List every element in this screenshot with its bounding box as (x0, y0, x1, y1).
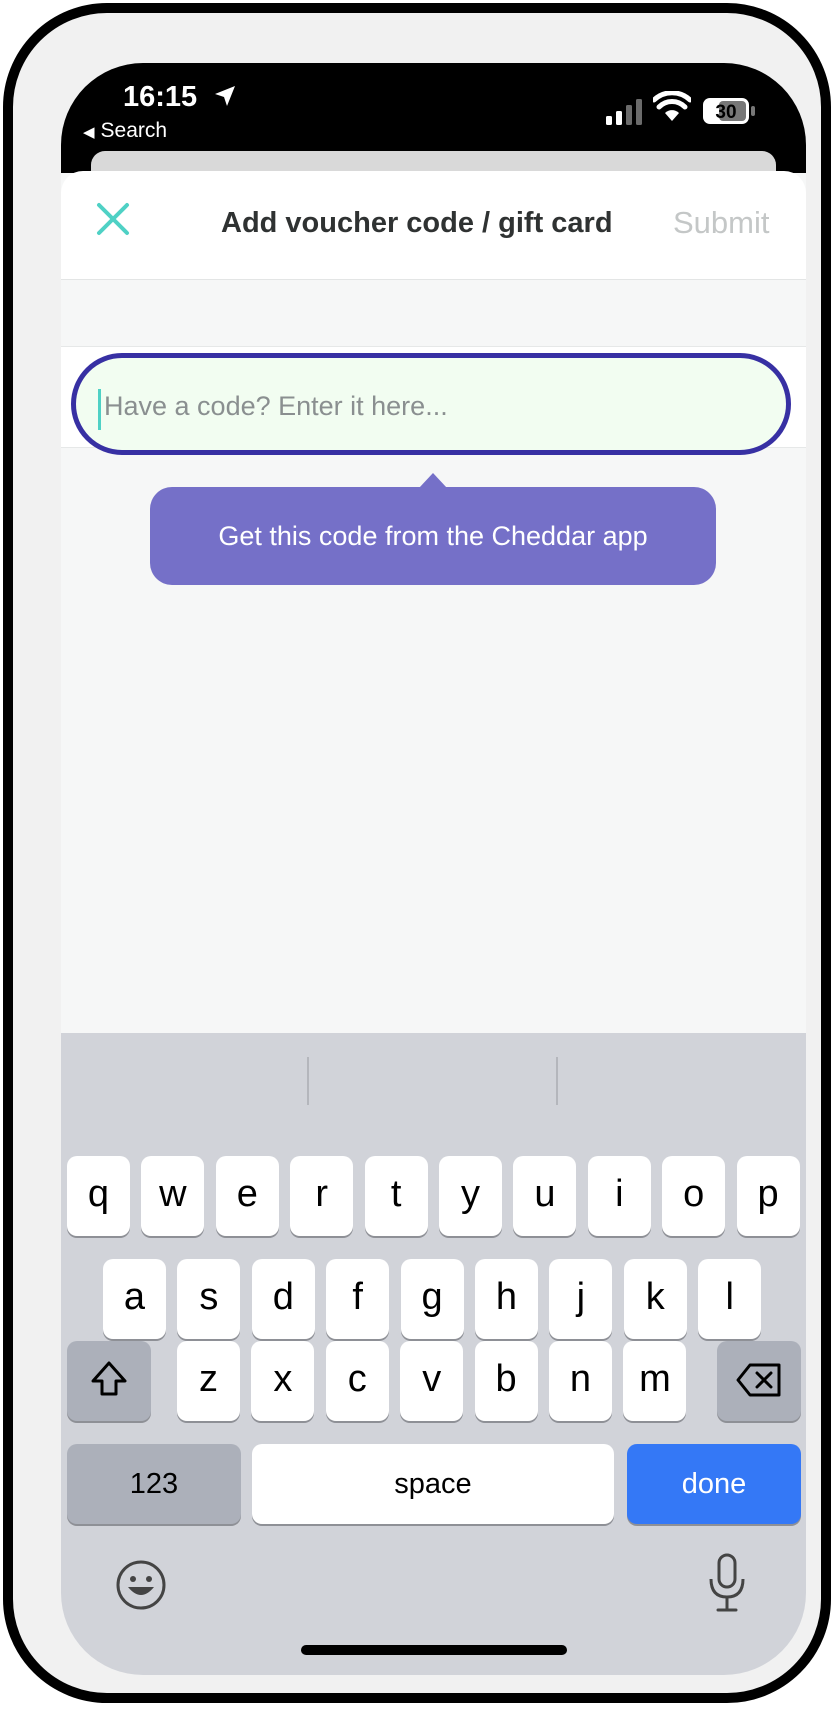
space-key[interactable]: space (252, 1444, 614, 1524)
key-f[interactable]: f (326, 1259, 390, 1339)
code-input-row: Have a code? Enter it here... (61, 346, 806, 455)
voucher-code-placeholder: Have a code? Enter it here... (104, 391, 448, 421)
key-g[interactable]: g (400, 1259, 464, 1339)
cellular-signal-icon (606, 99, 642, 125)
spacer-band (61, 280, 806, 346)
location-arrow-icon (215, 86, 235, 106)
back-search-label: Search (100, 119, 168, 142)
submit-button[interactable]: Submit (673, 205, 769, 241)
shift-icon (91, 1361, 127, 1396)
tooltip-arrow (419, 473, 447, 488)
key-y[interactable]: y (439, 1156, 502, 1236)
key-b[interactable]: b (474, 1341, 538, 1421)
key-e[interactable]: e (215, 1156, 279, 1236)
key-d[interactable]: d (251, 1259, 315, 1339)
key-j[interactable]: j (549, 1259, 613, 1339)
key-t[interactable]: t (364, 1156, 428, 1236)
key-n[interactable]: n (549, 1341, 612, 1421)
page-title: Add voucher code / gift card (221, 207, 613, 239)
suggestion-divider (556, 1057, 558, 1105)
key-x[interactable]: x (251, 1341, 315, 1421)
key-a[interactable]: a (103, 1259, 166, 1339)
key-i[interactable]: i (587, 1156, 651, 1236)
close-icon[interactable] (95, 201, 131, 237)
key-q[interactable]: q (67, 1156, 130, 1236)
voucher-code-input[interactable]: Have a code? Enter it here... (71, 353, 791, 455)
key-m[interactable]: m (623, 1341, 687, 1421)
back-triangle-icon: ◀ (83, 124, 95, 141)
battery-level: 30 (715, 102, 736, 123)
status-time: 16:15 (123, 81, 198, 113)
phone-frame: 16:15 ◀ Search 30 Add voucher code / gif… (3, 3, 831, 1703)
suggestion-divider (307, 1057, 309, 1105)
key-k[interactable]: k (623, 1259, 687, 1339)
battery-icon: 30 (703, 98, 755, 124)
key-l[interactable]: l (698, 1259, 762, 1339)
key-c[interactable]: c (325, 1341, 389, 1421)
numbers-key[interactable]: 123 (67, 1444, 241, 1524)
shift-key[interactable] (67, 1341, 151, 1421)
phone-screen: 16:15 ◀ Search 30 Add voucher code / gif… (61, 63, 806, 1675)
modal-header: Add voucher code / gift card Submit (61, 171, 806, 280)
key-p[interactable]: p (736, 1156, 800, 1236)
microphone-icon[interactable] (707, 1553, 747, 1613)
key-v[interactable]: v (400, 1341, 464, 1421)
text-cursor (98, 389, 101, 430)
onscreen-keyboard: qwertyuiop asdfghjkl zxcvbnm 123 space d… (61, 1033, 806, 1675)
key-h[interactable]: h (475, 1259, 538, 1339)
emoji-icon[interactable] (115, 1559, 167, 1611)
key-w[interactable]: w (141, 1156, 205, 1236)
backspace-icon (736, 1363, 781, 1397)
key-u[interactable]: u (513, 1156, 577, 1236)
back-to-search-link[interactable]: ◀ Search (83, 119, 167, 143)
key-o[interactable]: o (662, 1156, 726, 1236)
key-s[interactable]: s (177, 1259, 241, 1339)
hint-tooltip: Get this code from the Cheddar app (150, 487, 716, 585)
backspace-key[interactable] (717, 1341, 801, 1421)
key-z[interactable]: z (177, 1341, 240, 1421)
done-key[interactable]: done (627, 1444, 801, 1524)
home-indicator (301, 1645, 567, 1655)
wifi-icon (653, 91, 691, 121)
key-r[interactable]: r (290, 1156, 354, 1236)
